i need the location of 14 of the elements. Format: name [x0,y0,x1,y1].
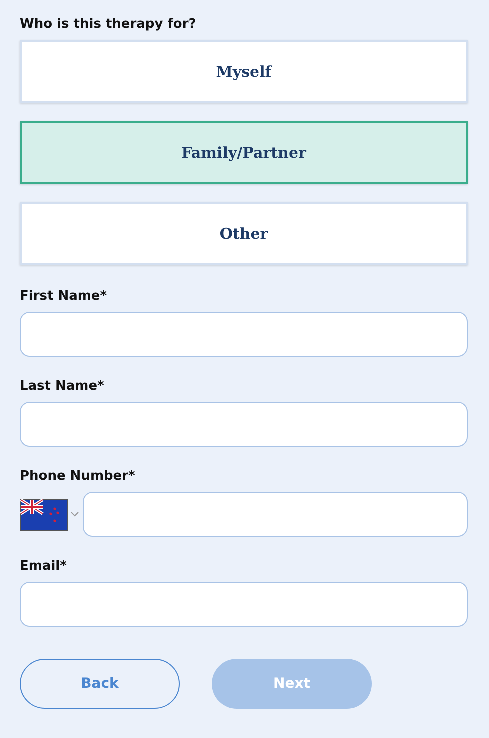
phone-input-field[interactable] [83,492,468,537]
option-button[interactable]: Myself [20,40,468,103]
option-button[interactable]: Other [20,202,468,265]
question-label: Who is this therapy for? [20,17,198,32]
option-button[interactable]: Family/Partner [20,121,468,184]
field-label: First Name* [20,289,108,304]
field-label: Phone Number* [20,469,136,484]
input-field[interactable] [20,402,468,447]
caret-icon[interactable] [71,512,79,517]
input-field[interactable] [20,312,468,357]
input-field[interactable] [20,582,468,627]
field-label: Email* [20,559,68,574]
flag-icon[interactable] [20,498,68,530]
field-label: Last Name* [20,379,106,394]
